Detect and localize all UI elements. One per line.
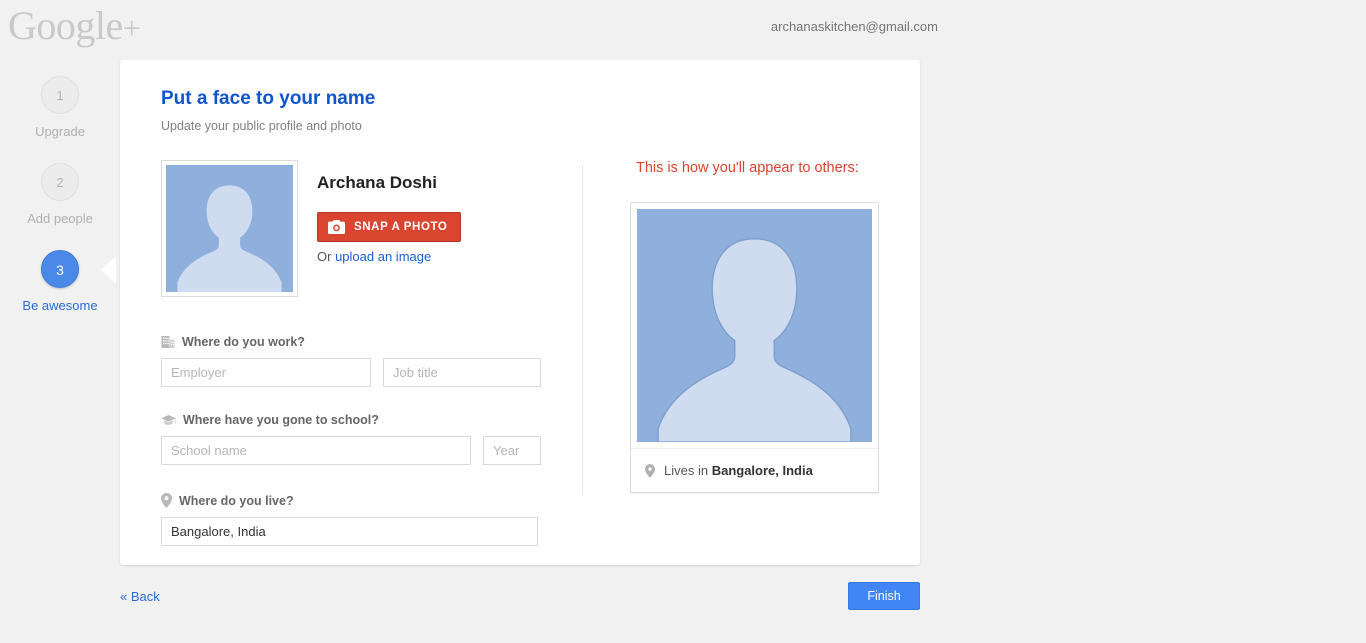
lives-in-prefix: Lives in <box>664 463 709 478</box>
person-placeholder-icon <box>637 209 872 442</box>
step-number-badge: 3 <box>41 250 79 288</box>
step-number-badge: 1 <box>41 76 79 114</box>
preview-heading: This is how you'll appear to others: <box>636 160 859 176</box>
graduation-cap-icon <box>161 415 176 425</box>
profile-name: Archana Doshi <box>317 173 437 192</box>
step-item-add-people[interactable]: 2 Add people <box>0 163 120 226</box>
school-field-group: Where have you gone to school? <box>161 413 581 465</box>
preview-location-row: Lives in Bangalore, India <box>631 448 878 492</box>
upload-an-image-link[interactable]: upload an image <box>335 249 431 264</box>
work-inputs-row <box>161 358 581 387</box>
school-name-input[interactable] <box>161 436 471 465</box>
page-root: Google+ archanaskitchen@gmail.com 1 Upgr… <box>0 0 1366 643</box>
work-label: Where do you work? <box>182 335 305 349</box>
camera-icon <box>328 220 345 234</box>
snap-a-photo-button[interactable]: SNAP A PHOTO <box>317 212 462 242</box>
school-label: Where have you gone to school? <box>183 413 379 427</box>
work-label-row: Where do you work? <box>161 335 581 349</box>
school-inputs-row <box>161 436 581 465</box>
lives-in-text: Lives in Bangalore, India <box>664 463 813 478</box>
onboarding-steps: 1 Upgrade 2 Add people 3 Be awesome <box>0 76 120 337</box>
column-divider <box>582 165 583 495</box>
job-title-input[interactable] <box>383 358 541 387</box>
location-input[interactable] <box>161 517 538 546</box>
step-item-be-awesome[interactable]: 3 Be awesome <box>0 250 120 313</box>
step-label: Be awesome <box>22 298 98 313</box>
logo-plus: + <box>122 10 141 46</box>
google-plus-logo: Google+ <box>8 3 141 48</box>
back-link[interactable]: « Back <box>120 589 160 604</box>
account-email: archanaskitchen@gmail.com <box>770 19 938 34</box>
profile-preview-column: This is how you'll appear to others: Liv… <box>620 160 890 493</box>
office-building-icon <box>161 336 175 348</box>
preview-photo-wrap <box>631 203 878 442</box>
step-number-badge: 2 <box>41 163 79 201</box>
page-title: Put a face to your name <box>161 88 376 109</box>
work-field-group: Where do you work? <box>161 335 581 387</box>
school-year-input[interactable] <box>483 436 541 465</box>
live-field-group: Where do you live? <box>161 493 581 546</box>
logo-text: Google <box>8 3 123 48</box>
or-label: Or <box>317 249 332 264</box>
step-label: Upgrade <box>35 124 85 139</box>
location-pin-icon <box>161 493 172 508</box>
finish-button[interactable]: Finish <box>848 582 920 610</box>
profile-setup-card: Put a face to your name Update your publ… <box>120 60 920 565</box>
page-subtitle: Update your public profile and photo <box>161 119 362 133</box>
live-label-row: Where do you live? <box>161 493 581 508</box>
avatar-thumbnail[interactable] <box>161 160 298 297</box>
upload-image-row: Or upload an image <box>317 249 431 264</box>
school-label-row: Where have you gone to school? <box>161 413 581 427</box>
live-label: Where do you live? <box>179 493 294 508</box>
live-inputs-row <box>161 517 581 546</box>
lives-in-value: Bangalore, India <box>711 463 813 478</box>
snap-a-photo-label: SNAP A PHOTO <box>354 221 448 233</box>
preview-card: Lives in Bangalore, India <box>630 202 879 493</box>
employer-input[interactable] <box>161 358 371 387</box>
step-label: Add people <box>27 211 93 226</box>
step-item-upgrade[interactable]: 1 Upgrade <box>0 76 120 139</box>
person-placeholder-icon <box>166 165 293 292</box>
active-step-pointer-icon <box>101 256 116 284</box>
location-pin-icon <box>645 463 655 478</box>
